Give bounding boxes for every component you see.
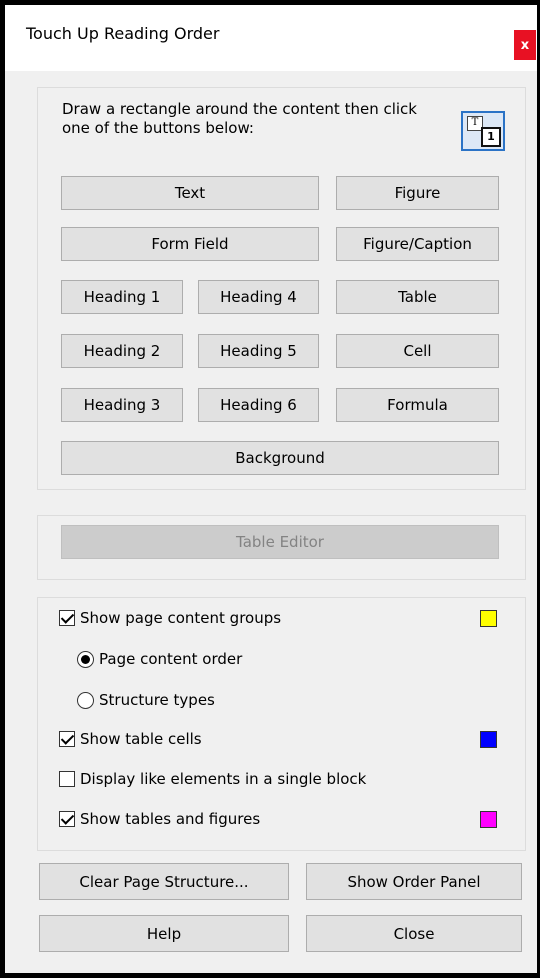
close-icon[interactable]: x bbox=[514, 30, 536, 60]
display-like-elements-option[interactable]: Display like elements in a single block bbox=[59, 770, 366, 788]
heading-4-button[interactable]: Heading 4 bbox=[198, 280, 319, 314]
show-tables-figures-option[interactable]: Show tables and figures bbox=[59, 810, 260, 828]
tables-figures-color-swatch[interactable] bbox=[480, 811, 497, 828]
show-table-cells-checkbox[interactable] bbox=[59, 731, 75, 747]
heading-5-button[interactable]: Heading 5 bbox=[198, 334, 319, 368]
cell-button[interactable]: Cell bbox=[336, 334, 499, 368]
heading-2-button[interactable]: Heading 2 bbox=[61, 334, 183, 368]
instructions-text: Draw a rectangle around the content then… bbox=[62, 100, 417, 137]
clear-page-structure-button[interactable]: Clear Page Structure... bbox=[39, 863, 289, 900]
show-page-content-groups-checkbox[interactable] bbox=[59, 610, 75, 626]
show-tables-figures-label: Show tables and figures bbox=[80, 810, 261, 828]
groups-color-swatch[interactable] bbox=[480, 610, 497, 627]
show-table-cells-option[interactable]: Show table cells bbox=[59, 730, 202, 748]
heading-3-button[interactable]: Heading 3 bbox=[61, 388, 183, 422]
figure-button[interactable]: Figure bbox=[336, 176, 499, 210]
table-button[interactable]: Table bbox=[336, 280, 499, 314]
text-button[interactable]: Text bbox=[61, 176, 319, 210]
table-cells-color-swatch[interactable] bbox=[480, 731, 497, 748]
form-field-button[interactable]: Form Field bbox=[61, 227, 319, 261]
heading-1-button[interactable]: Heading 1 bbox=[61, 280, 183, 314]
window-title: Touch Up Reading Order bbox=[26, 24, 220, 43]
structure-types-label: Structure types bbox=[99, 691, 215, 709]
page-content-order-radio[interactable] bbox=[77, 650, 94, 668]
structure-types-radio[interactable] bbox=[77, 691, 94, 709]
touch-up-reading-order-dialog: Touch Up Reading Order x Draw a rectangl… bbox=[5, 5, 537, 973]
heading-6-button[interactable]: Heading 6 bbox=[198, 388, 319, 422]
page-content-order-option[interactable]: Page content order bbox=[77, 650, 242, 668]
display-like-elements-checkbox[interactable] bbox=[59, 771, 75, 787]
title-bar[interactable]: Touch Up Reading Order x bbox=[5, 5, 537, 71]
page-content-order-label: Page content order bbox=[99, 650, 243, 668]
structure-types-option[interactable]: Structure types bbox=[77, 691, 215, 709]
display-like-elements-label: Display like elements in a single block bbox=[80, 770, 367, 788]
show-page-content-groups-option[interactable]: Show page content groups bbox=[59, 609, 281, 627]
close-button[interactable]: Close bbox=[306, 915, 522, 952]
background-button[interactable]: Background bbox=[61, 441, 499, 475]
help-button[interactable]: Help bbox=[39, 915, 289, 952]
show-tables-figures-checkbox[interactable] bbox=[59, 811, 75, 827]
touch-up-reading-order-icon[interactable]: T 1 bbox=[461, 111, 505, 151]
icon-glyph-1: 1 bbox=[481, 127, 501, 147]
show-table-cells-label: Show table cells bbox=[80, 730, 202, 748]
formula-button[interactable]: Formula bbox=[336, 388, 499, 422]
table-editor-button[interactable]: Table Editor bbox=[61, 525, 499, 559]
show-page-content-groups-label: Show page content groups bbox=[80, 609, 282, 627]
show-order-panel-button[interactable]: Show Order Panel bbox=[306, 863, 522, 900]
figure-caption-button[interactable]: Figure/Caption bbox=[336, 227, 499, 261]
